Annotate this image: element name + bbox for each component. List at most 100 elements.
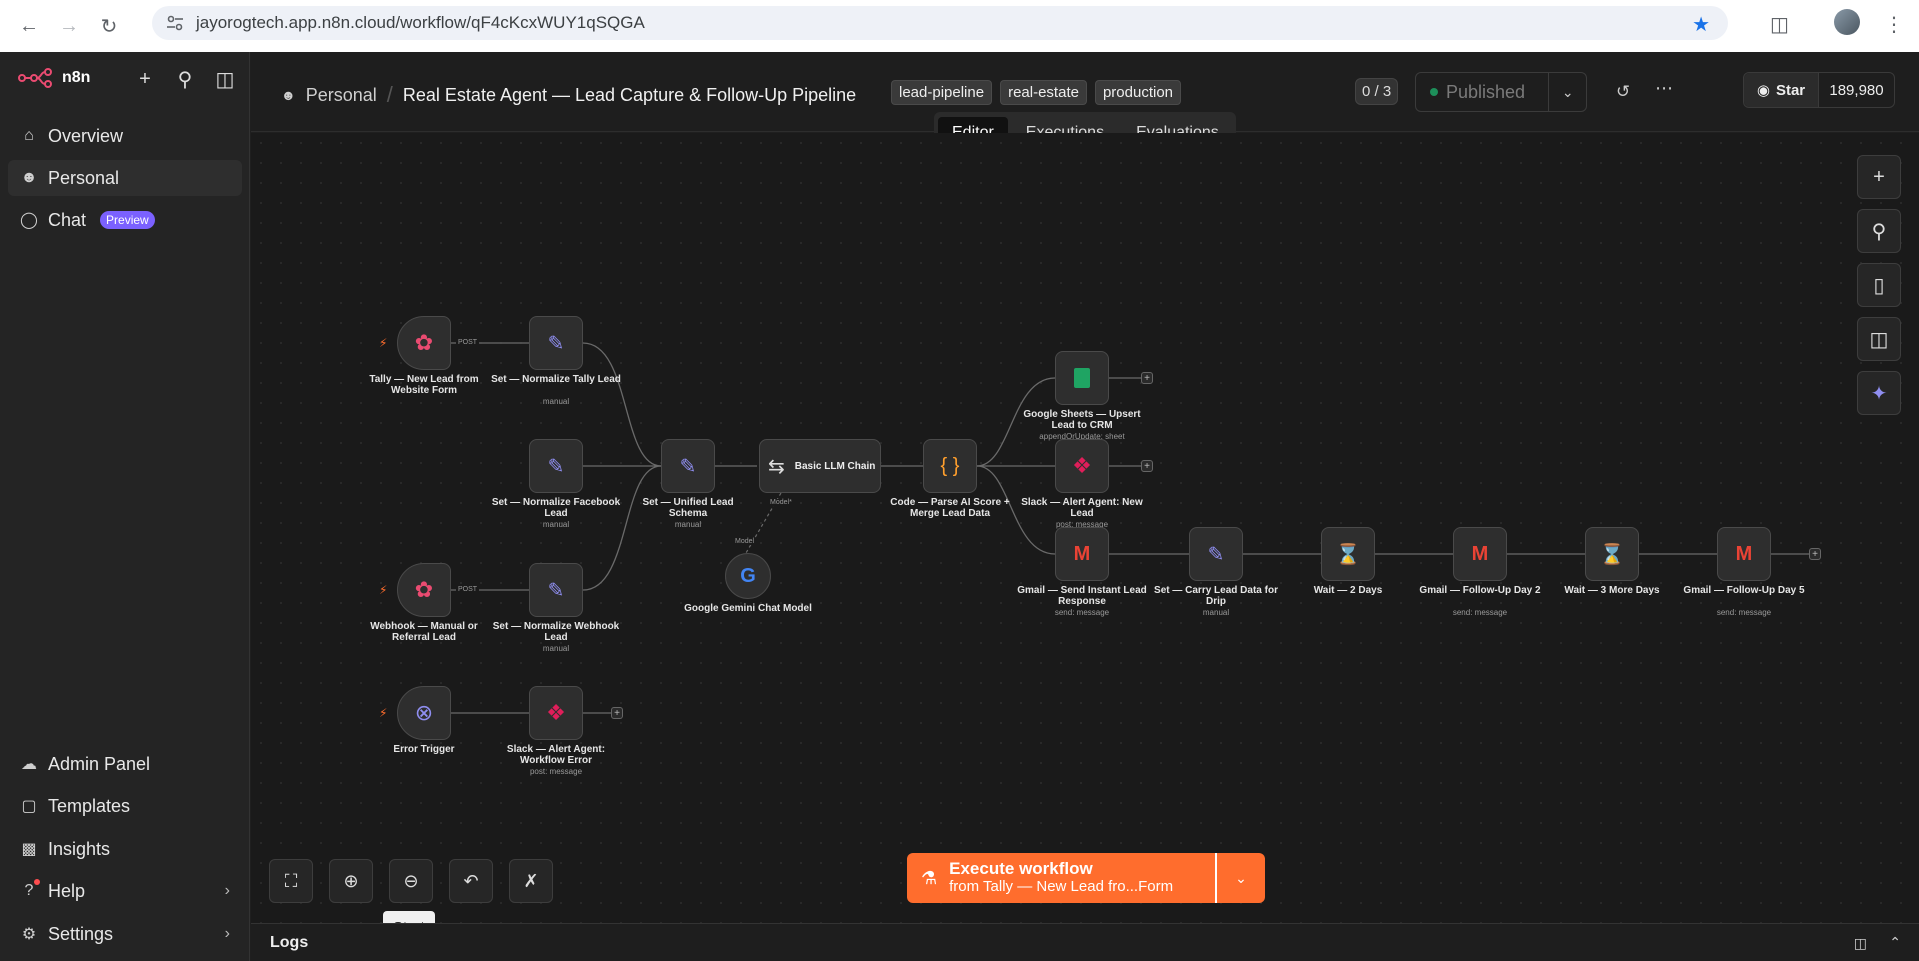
trigger-bolt-icon: ⚡ — [379, 706, 388, 720]
node-code-label: Code — Parse AI Score + Merge Lead Data — [890, 497, 1010, 519]
user-icon: ☻ — [281, 87, 296, 103]
sidebar: n8n + ⚲ ◫ ⌂ Overview ☻ Personal ◯ Chat P… — [0, 52, 250, 961]
node-gmail-day2[interactable]: M — [1453, 527, 1507, 581]
history-icon[interactable]: ↺ — [1616, 82, 1630, 102]
node-gemini[interactable]: G — [725, 553, 771, 599]
add-node-plus-icon[interactable]: + — [1809, 548, 1821, 560]
zoom-in-icon[interactable]: ⊕ — [329, 859, 373, 903]
search-icon[interactable]: ⚲ — [174, 68, 196, 91]
publish-button[interactable]: Published — [1416, 82, 1548, 103]
undo-icon[interactable]: ↶ — [449, 859, 493, 903]
chevron-down-icon[interactable]: ⌄ — [1215, 853, 1265, 903]
node-gmail-day2-label: Gmail — Follow-Up Day 2 — [1419, 585, 1541, 596]
github-icon: ◉ — [1756, 82, 1770, 99]
node-sheets[interactable] — [1055, 351, 1109, 405]
ai-assistant-icon[interactable]: ✦ — [1857, 371, 1901, 415]
tag[interactable]: lead-pipeline — [891, 80, 993, 105]
add-node-plus-icon[interactable]: + — [1141, 460, 1153, 472]
node-gmail-day5[interactable]: M — [1717, 527, 1771, 581]
workflow-title[interactable]: Real Estate Agent — Lead Capture & Follo… — [403, 85, 856, 106]
execute-title: Execute workflow — [949, 859, 1093, 878]
nav-insights[interactable]: ▩ Insights — [8, 831, 242, 867]
chevron-up-icon[interactable]: ⌃ — [1889, 934, 1901, 951]
node-webhook[interactable]: ✿ — [397, 563, 451, 617]
collapse-sidebar-icon[interactable]: ◫ — [214, 68, 236, 91]
node-webhook-label: Webhook — Manual or Referral Lead — [370, 621, 478, 643]
node-set-carry[interactable]: ✎ — [1189, 527, 1243, 581]
node-wait-3-label: Wait — 3 More Days — [1564, 585, 1660, 596]
nav-templates[interactable]: ▢ Templates — [8, 788, 242, 824]
zoom-out-icon[interactable]: ⊖ — [389, 859, 433, 903]
node-set-webhook[interactable]: ✎ — [529, 563, 583, 617]
github-star-button[interactable]: ◉ Star — [1744, 73, 1818, 107]
forward-icon[interactable]: → — [58, 15, 80, 37]
add-node-plus-icon[interactable]: + — [1141, 372, 1153, 384]
github-star-widget[interactable]: ◉ Star 189,980 — [1743, 72, 1895, 108]
publish-control[interactable]: Published ⌄ — [1415, 72, 1587, 112]
sticky-note-icon[interactable]: ▯ — [1857, 263, 1901, 307]
add-node-plus-icon[interactable]: + — [611, 707, 623, 719]
breadcrumb: ☻ Personal / Real Estate Agent — Lead Ca… — [281, 82, 856, 108]
project-link[interactable]: Personal — [306, 85, 377, 106]
workflow-tags[interactable]: lead-pipeline real-estate production — [891, 80, 1182, 105]
node-gmail-instant-sub: send: message — [1054, 608, 1110, 617]
bookmark-star-icon[interactable]: ★ — [1692, 12, 1710, 37]
popout-icon[interactable]: ◫ — [1854, 935, 1867, 952]
tag[interactable]: production — [1094, 80, 1182, 105]
execute-subtitle: from Tally — New Lead fro...Form — [949, 878, 1174, 895]
add-node-icon[interactable]: + — [1857, 155, 1901, 199]
tag[interactable]: real-estate — [1000, 80, 1087, 105]
active-counter[interactable]: 0 / 3 — [1355, 78, 1399, 105]
site-info-icon[interactable] — [166, 14, 184, 32]
node-slack-error[interactable]: ❖ — [529, 686, 583, 740]
node-gmail-instant[interactable]: M — [1055, 527, 1109, 581]
node-set-webhook-label: Set — Normalize Webhook Lead — [492, 621, 620, 643]
logs-panel[interactable]: Logs ◫ ⌃ — [251, 923, 1919, 961]
nav-help[interactable]: ? Help › — [8, 873, 242, 909]
url-text[interactable]: jayorogtech.app.n8n.cloud/workflow/qF4cK… — [196, 13, 645, 33]
node-error-trigger[interactable]: ⊗ — [397, 686, 451, 740]
fit-view-icon[interactable]: ⛶ — [269, 859, 313, 903]
execute-workflow-control[interactable]: ⚗ Execute workflow from Tally — New Lead… — [907, 853, 1265, 903]
reload-icon[interactable]: ↻ — [98, 15, 120, 38]
more-options-icon[interactable]: ⋯ — [1655, 78, 1673, 99]
github-star-label: Star — [1775, 81, 1806, 99]
node-llm-chain[interactable]: ⇆ Basic LLM Chain — [759, 439, 881, 493]
node-code[interactable]: { } — [923, 439, 977, 493]
address-bar[interactable]: jayorogtech.app.n8n.cloud/workflow/qF4cK… — [152, 6, 1728, 40]
node-slack-lead[interactable]: ❖ — [1055, 439, 1109, 493]
model-port-label: Model — [733, 538, 757, 545]
extensions-icon[interactable]: ◫ — [1770, 12, 1789, 37]
node-set-facebook[interactable]: ✎ — [529, 439, 583, 493]
node-set-tally[interactable]: ✎ — [529, 316, 583, 370]
tidy-up-icon[interactable]: ✗ — [509, 859, 553, 903]
node-tally[interactable]: ✿ — [397, 316, 451, 370]
github-star-count[interactable]: 189,980 — [1818, 73, 1894, 107]
search-icon[interactable]: ⚲ — [1857, 209, 1901, 253]
back-icon[interactable]: ← — [18, 15, 40, 37]
node-wait-2-label: Wait — 2 Days — [1313, 585, 1383, 596]
nav-personal[interactable]: ☻ Personal — [8, 160, 242, 196]
user-icon: ☻ — [20, 169, 38, 186]
n8n-logo[interactable]: n8n — [18, 68, 90, 88]
nav-overview[interactable]: ⌂ Overview — [8, 118, 242, 154]
status-dot — [1430, 88, 1438, 96]
brand-name: n8n — [62, 69, 91, 86]
panel-toggle-icon[interactable]: ◫ — [1857, 317, 1901, 361]
nav-admin-label: Admin Panel — [48, 753, 151, 774]
workflow-canvas[interactable]: ⚡ ✿ Tally — New Lead from Website Form P… — [251, 133, 1919, 944]
node-wait-2[interactable]: ⌛ — [1321, 527, 1375, 581]
add-icon[interactable]: + — [134, 68, 156, 90]
chevron-right-icon: › — [224, 882, 230, 899]
nav-settings[interactable]: ⚙ Settings › — [8, 916, 242, 952]
node-set-tally-sub: manual — [542, 397, 570, 406]
canvas-bottom-toolbar: ⛶ ⊕ ⊖ ↶ ✗ — [269, 859, 553, 903]
chevron-down-icon[interactable]: ⌄ — [1548, 73, 1586, 111]
node-wait-3[interactable]: ⌛ — [1585, 527, 1639, 581]
nav-chat[interactable]: ◯ Chat Preview — [8, 202, 242, 238]
profile-avatar[interactable] — [1834, 9, 1860, 35]
browser-menu-icon[interactable]: ⋮ — [1884, 12, 1904, 37]
nav-admin-panel[interactable]: ☁ Admin Panel — [8, 746, 242, 782]
execute-workflow-button[interactable]: ⚗ Execute workflow from Tally — New Lead… — [907, 853, 1215, 903]
node-set-unified[interactable]: ✎ — [661, 439, 715, 493]
